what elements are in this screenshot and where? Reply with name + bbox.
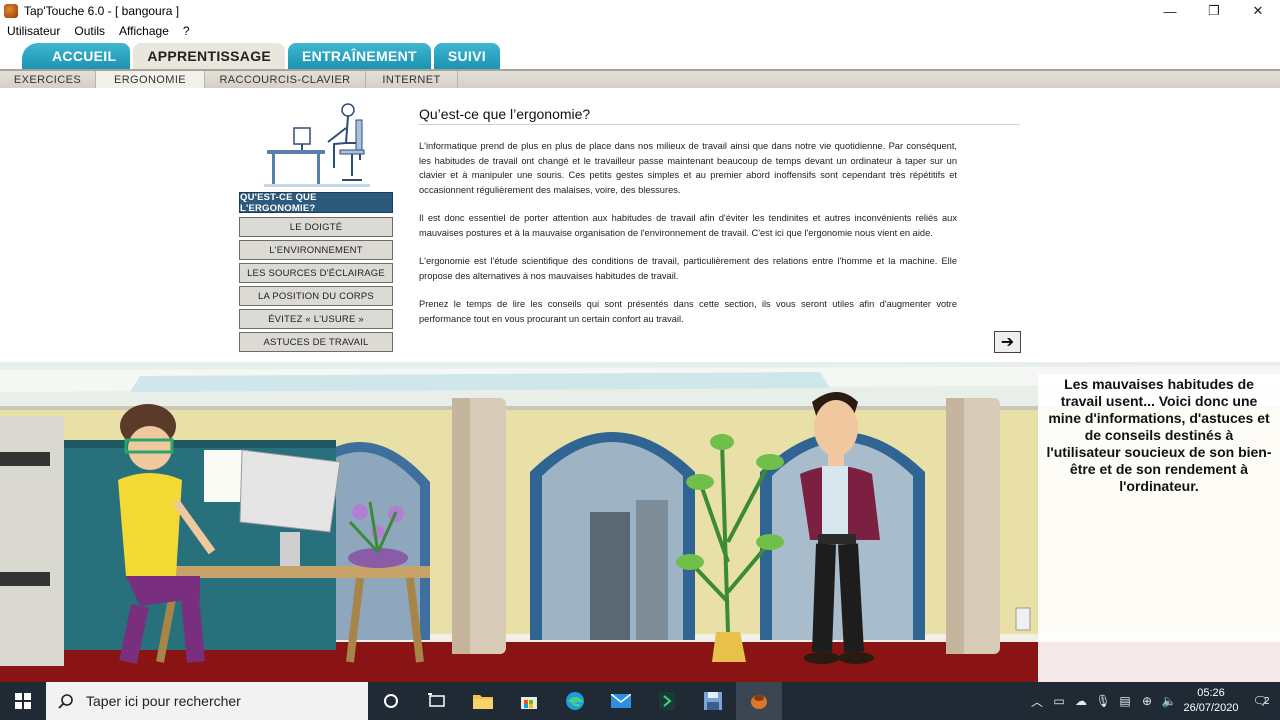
taskbar: Taper ici pour rechercher ︿ ▭ ☁ 🎙 ▤ ⊕ 🔈 … <box>0 682 1280 720</box>
battery-icon[interactable]: ▭ <box>1048 694 1070 708</box>
file-explorer-button[interactable] <box>460 682 506 720</box>
nav-lenvironnement[interactable]: L'ENVIRONNEMENT <box>239 240 393 260</box>
ergonomie-side-nav: QU'EST-CE QUE L'ERGONOMIE? LE DOIGTÉ L'E… <box>239 192 393 355</box>
subtab-internet[interactable]: INTERNET <box>366 71 458 88</box>
menu-bar: Utilisateur Outils Affichage ? <box>0 22 1280 40</box>
nav-sources-eclairage[interactable]: LES SOURCES D'ÉCLAIRAGE <box>239 263 393 283</box>
tab-suivi[interactable]: SUIVI <box>433 43 500 69</box>
menu-utilisateur[interactable]: Utilisateur <box>0 24 67 38</box>
mail-button[interactable] <box>598 682 644 720</box>
cortana-button[interactable] <box>368 682 414 720</box>
globe-icon[interactable]: ⊕ <box>1136 694 1158 708</box>
title-bar: Tap'Touche 6.0 - [ bangoura ] — ❐ ✕ <box>0 0 1280 22</box>
edge-button[interactable] <box>552 682 598 720</box>
start-button[interactable] <box>0 682 46 720</box>
search-placeholder: Taper ici pour rechercher <box>86 693 241 709</box>
maximize-button[interactable]: ❐ <box>1192 0 1236 22</box>
article-paragraph: L'ergonomie est l'étude scientifique des… <box>419 256 957 281</box>
clock[interactable]: 05:26 26/07/2020 <box>1180 686 1242 716</box>
tab-apprentissage[interactable]: APPRENTISSAGE <box>133 43 286 69</box>
speaker-icon[interactable]: 🔈 <box>1158 694 1180 708</box>
article-paragraph: Il est donc essentiel de porter attentio… <box>419 213 957 238</box>
menu-help[interactable]: ? <box>176 24 197 38</box>
edge-browser-icon <box>566 692 585 710</box>
close-button[interactable]: ✕ <box>1236 0 1280 22</box>
arrow-right-icon: ➔ <box>1000 334 1015 351</box>
minimize-button[interactable]: — <box>1148 0 1192 22</box>
clock-date: 26/07/2020 <box>1183 702 1239 714</box>
tab-entrainement[interactable]: ENTRAÎNEMENT <box>288 43 431 69</box>
article-paragraph: Prenez le temps de lire les conseils qui… <box>419 299 957 324</box>
nav-astuces-de-travail[interactable]: ASTUCES DE TRAVAIL <box>239 332 393 352</box>
tab-accueil[interactable]: ACCUEIL <box>22 43 131 69</box>
scene-caption: Les mauvaises habitudes de travail usent… <box>1046 376 1272 494</box>
pinned-app-button[interactable] <box>644 682 690 720</box>
menu-affichage[interactable]: Affichage <box>112 24 176 38</box>
article-paragraph: L'informatique prend de plus en plus de … <box>419 141 957 195</box>
nav-le-doigte[interactable]: LE DOIGTÉ <box>239 217 393 237</box>
store-button[interactable] <box>506 682 552 720</box>
nav-evitez-lusure[interactable]: ÉVITEZ « L'USURE » <box>239 309 393 329</box>
ergonomic-workstation-illustration <box>264 103 370 187</box>
folder-icon <box>473 695 493 709</box>
subtab-exercices[interactable]: EXERCICES <box>0 71 96 88</box>
subtab-raccourcis-clavier[interactable]: RACCOURCIS-CLAVIER <box>205 71 366 88</box>
taptouche-app-button[interactable] <box>736 682 782 720</box>
chevron-up-icon[interactable]: ︿ <box>1026 693 1048 710</box>
system-tray: ︿ ▭ ☁ 🎙 ▤ ⊕ 🔈 05:26 26/07/2020 🗨 2 <box>1026 682 1280 720</box>
mail-envelope-icon <box>611 694 631 708</box>
main-tab-strip: ACCUEIL APPRENTISSAGE ENTRAÎNEMENT SUIVI <box>0 40 1280 69</box>
taptouche-app-icon <box>751 695 767 709</box>
notification-center-button[interactable]: 🗨 2 <box>1242 682 1280 720</box>
notification-count: 2 <box>1263 695 1270 707</box>
next-page-button[interactable]: ➔ <box>994 331 1021 353</box>
nav-position-du-corps[interactable]: LA POSITION DU CORPS <box>239 286 393 306</box>
floppy-disk-icon <box>704 692 722 710</box>
task-view-icon <box>428 693 445 707</box>
windows-logo-icon <box>15 693 31 709</box>
menu-outils[interactable]: Outils <box>67 24 112 38</box>
search-icon <box>58 694 73 709</box>
nav-quest-ce-que-lergonomie[interactable]: QU'EST-CE QUE L'ERGONOMIE? <box>239 192 393 214</box>
window-controls: — ❐ ✕ <box>1148 0 1280 22</box>
app-icon <box>4 4 18 18</box>
store-bag-icon <box>521 697 537 709</box>
window-title: Tap'Touche 6.0 - [ bangoura ] <box>24 4 180 18</box>
microphone-icon[interactable]: 🎙 <box>1092 694 1114 708</box>
content-panel: QU'EST-CE QUE L'ERGONOMIE? LE DOIGTÉ L'E… <box>0 88 1280 362</box>
article: Qu’est-ce que l’ergonomie? L'informatiqu… <box>419 106 1020 340</box>
cortana-circle-icon <box>384 694 398 708</box>
window-center <box>530 432 695 640</box>
sub-tab-strip: EXERCICES ERGONOMIE RACCOURCIS-CLAVIER I… <box>0 69 1280 88</box>
save-app-button[interactable] <box>690 682 736 720</box>
clock-time: 05:26 <box>1197 687 1225 699</box>
article-title: Qu’est-ce que l’ergonomie? <box>419 106 1020 125</box>
subtab-ergonomie[interactable]: ERGONOMIE <box>96 71 205 88</box>
pinned-app-icon <box>659 692 675 710</box>
cloud-icon[interactable]: ☁ <box>1070 694 1092 708</box>
network-icon[interactable]: ▤ <box>1114 694 1136 708</box>
taskbar-search-box[interactable]: Taper ici pour rechercher <box>46 682 368 720</box>
task-view-button[interactable] <box>414 682 460 720</box>
